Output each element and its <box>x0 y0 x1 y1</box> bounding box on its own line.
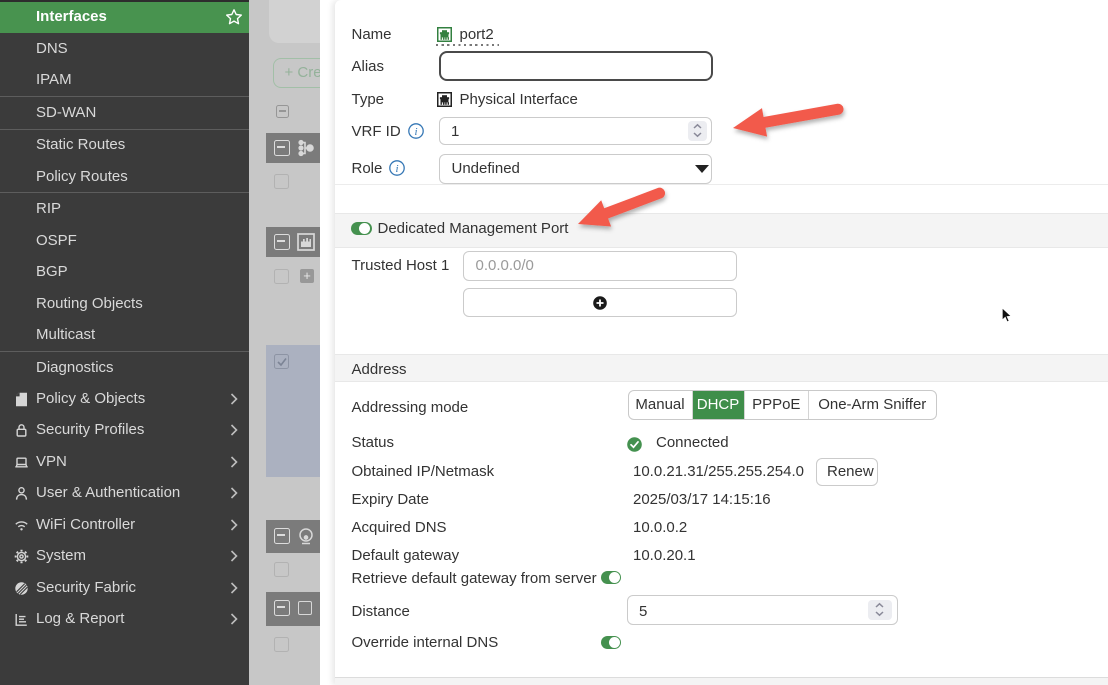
svg-text:i: i <box>414 126 417 138</box>
svg-text:i: i <box>395 163 398 175</box>
